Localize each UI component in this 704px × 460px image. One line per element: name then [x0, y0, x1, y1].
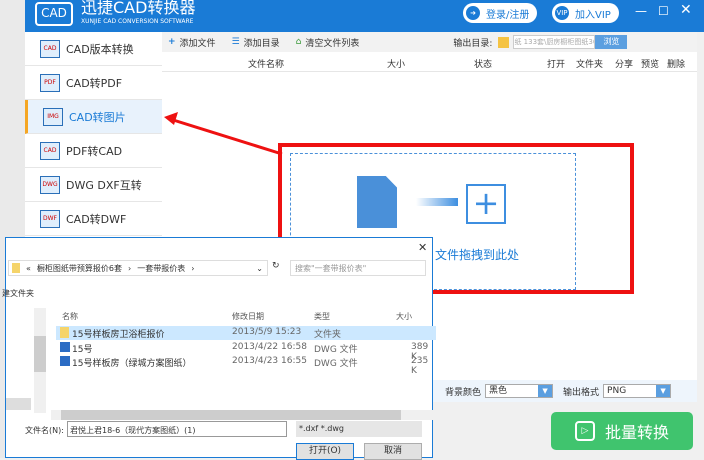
app-header: CAD 迅捷CAD转换器 XUNJIE CAD CONVERSION SOFTW…	[25, 0, 704, 32]
col-delete: 删除	[667, 60, 686, 70]
folder-icon	[12, 263, 20, 273]
file-type-select[interactable]: *.dxf *.dwg	[296, 421, 422, 437]
breadcrumb-item[interactable]: 橱柜图纸带预算报价6套	[37, 263, 122, 274]
horizontal-scrollbar[interactable]	[51, 410, 434, 420]
login-icon: ➜	[466, 6, 480, 20]
broom-icon: ⌂	[295, 37, 302, 47]
list-icon: ☰	[231, 37, 240, 47]
header-name[interactable]: 名称	[62, 311, 78, 322]
filename-label: 文件名(N):	[25, 426, 64, 435]
clear-list-button[interactable]: ⌂ 清空文件列表	[296, 36, 360, 49]
chevron-down-icon: ⌄	[256, 263, 263, 273]
add-file-icon: +	[168, 37, 176, 47]
output-label: 输出目录:	[453, 38, 493, 49]
dwg-icon: DWG	[40, 175, 60, 194]
bg-color-label: 背景颜色	[445, 387, 482, 398]
app-subtitle: XUNJIE CAD CONVERSION SOFTWARE	[81, 18, 194, 25]
folder-icon	[60, 327, 69, 338]
sidebar-item-cad-pdf[interactable]: PDF CAD转PDF	[25, 66, 162, 100]
batch-convert-button[interactable]: ▷ 批量转换	[551, 412, 693, 450]
file-row[interactable]: 15号样板房卫浴柜报价 2013/5/9 15:23 文件夹	[56, 326, 436, 340]
options-bar: 背景颜色 黑色 ▼ 输出格式 PNG ▼	[433, 380, 697, 402]
col-status: 状态	[474, 60, 493, 70]
file-row[interactable]: 15号 2013/4/22 16:58 DWG 文件 389 K	[56, 341, 436, 362]
vip-icon: VIP	[555, 6, 569, 20]
play-icon: ▷	[574, 421, 595, 441]
sidebar: CAD CAD版本转换 PDF CAD转PDF IMG CAD转图片 CAD PDF转C…	[25, 32, 162, 242]
bg-color-select[interactable]: 黑色 ▼	[485, 384, 554, 398]
refresh-icon[interactable]: ↻	[272, 261, 280, 271]
header-date[interactable]: 修改日期	[232, 311, 264, 322]
open-file-dialog: ✕ « 橱柜图纸带预算报价6套 › 一套带报价表 › ⌄ ↻ 搜索"一套带报价表" …	[2, 237, 436, 460]
dwg-file-icon	[60, 342, 70, 352]
pdf-icon: PDF	[40, 73, 60, 92]
new-folder-button[interactable]: 建文件夹	[2, 288, 34, 299]
search-input[interactable]: 搜索"一套带报价表"	[290, 260, 426, 276]
filename-input[interactable]: 君悦上君18-6（现代方案图纸）(1)	[67, 421, 287, 437]
file-row[interactable]: 15号样板房（绿城方案图纸） 2013/4/23 16:55 DWG 文件 23…	[56, 355, 436, 376]
add-dir-button[interactable]: ☰ 添加目录	[232, 36, 280, 49]
dialog-close-button[interactable]: ✕	[418, 241, 427, 254]
output-path-input[interactable]: 纸 133套\厨房橱柜图纸36套	[513, 35, 596, 49]
chevron-down-icon: ▼	[656, 385, 671, 397]
open-button[interactable]: 打开(O)	[296, 443, 354, 460]
sidebar-item-cad-image[interactable]: IMG CAD转图片	[25, 100, 162, 134]
col-open: 打开	[547, 60, 566, 70]
dwf-icon: DWF	[40, 209, 60, 228]
close-button[interactable]: ✕	[680, 2, 692, 18]
address-bar[interactable]: « 橱柜图纸带预算报价6套 › 一套带报价表 › ⌄	[8, 260, 268, 276]
header-type[interactable]: 类型	[314, 311, 330, 322]
nav-pane-scrollbar[interactable]	[34, 308, 46, 413]
sidebar-item-dwg-dxf[interactable]: DWG DWG DXF互转	[25, 168, 162, 202]
chevron-down-icon: ▼	[538, 385, 553, 397]
toolbar: + 添加文件 ☰ 添加目录 ⌂ 清空文件列表 输出目录: 纸 133套\厨房橱柜图纸3…	[162, 32, 697, 52]
col-preview: 预览	[641, 60, 660, 70]
login-button[interactable]: ➜ 登录/注册	[463, 3, 538, 23]
cad-icon: CAD	[40, 141, 60, 160]
breadcrumb-item[interactable]: 一套带报价表	[137, 263, 185, 274]
browse-button[interactable]: 浏览	[595, 35, 628, 49]
cad-icon: CAD	[40, 39, 60, 58]
minimize-button[interactable]: —	[635, 4, 647, 18]
file-list-header: 名称 修改日期 类型 大小	[56, 308, 434, 324]
dwg-file-icon	[60, 356, 70, 366]
format-label: 输出格式	[563, 387, 600, 398]
sidebar-item-cad-dwf[interactable]: DWF CAD转DWF	[25, 202, 162, 236]
col-folder: 文件夹	[576, 60, 604, 70]
folder-icon	[498, 36, 510, 48]
maximize-button[interactable]: ☐	[658, 4, 669, 18]
header-size[interactable]: 大小	[396, 311, 412, 322]
sidebar-item-cad-version[interactable]: CAD CAD版本转换	[25, 32, 162, 66]
vip-button[interactable]: VIP 加入VIP	[552, 3, 619, 23]
col-filename: 文件名称	[248, 60, 285, 70]
nav-pane-item[interactable]	[6, 398, 31, 410]
format-select[interactable]: PNG ▼	[603, 384, 672, 398]
col-share: 分享	[615, 60, 634, 70]
add-file-button[interactable]: + 添加文件	[168, 36, 216, 49]
image-icon: IMG	[43, 107, 63, 126]
app-title: 迅捷CAD转换器	[81, 0, 196, 17]
file-table-header: 文件名称 大小 状态 打开 文件夹 分享 预览 删除	[162, 52, 697, 72]
cancel-button[interactable]: 取消	[364, 443, 422, 460]
col-size: 大小	[387, 60, 406, 70]
logo-icon: CAD	[35, 2, 73, 26]
sidebar-item-pdf-cad[interactable]: CAD PDF转CAD	[25, 134, 162, 168]
annotation-arrow	[164, 112, 283, 156]
